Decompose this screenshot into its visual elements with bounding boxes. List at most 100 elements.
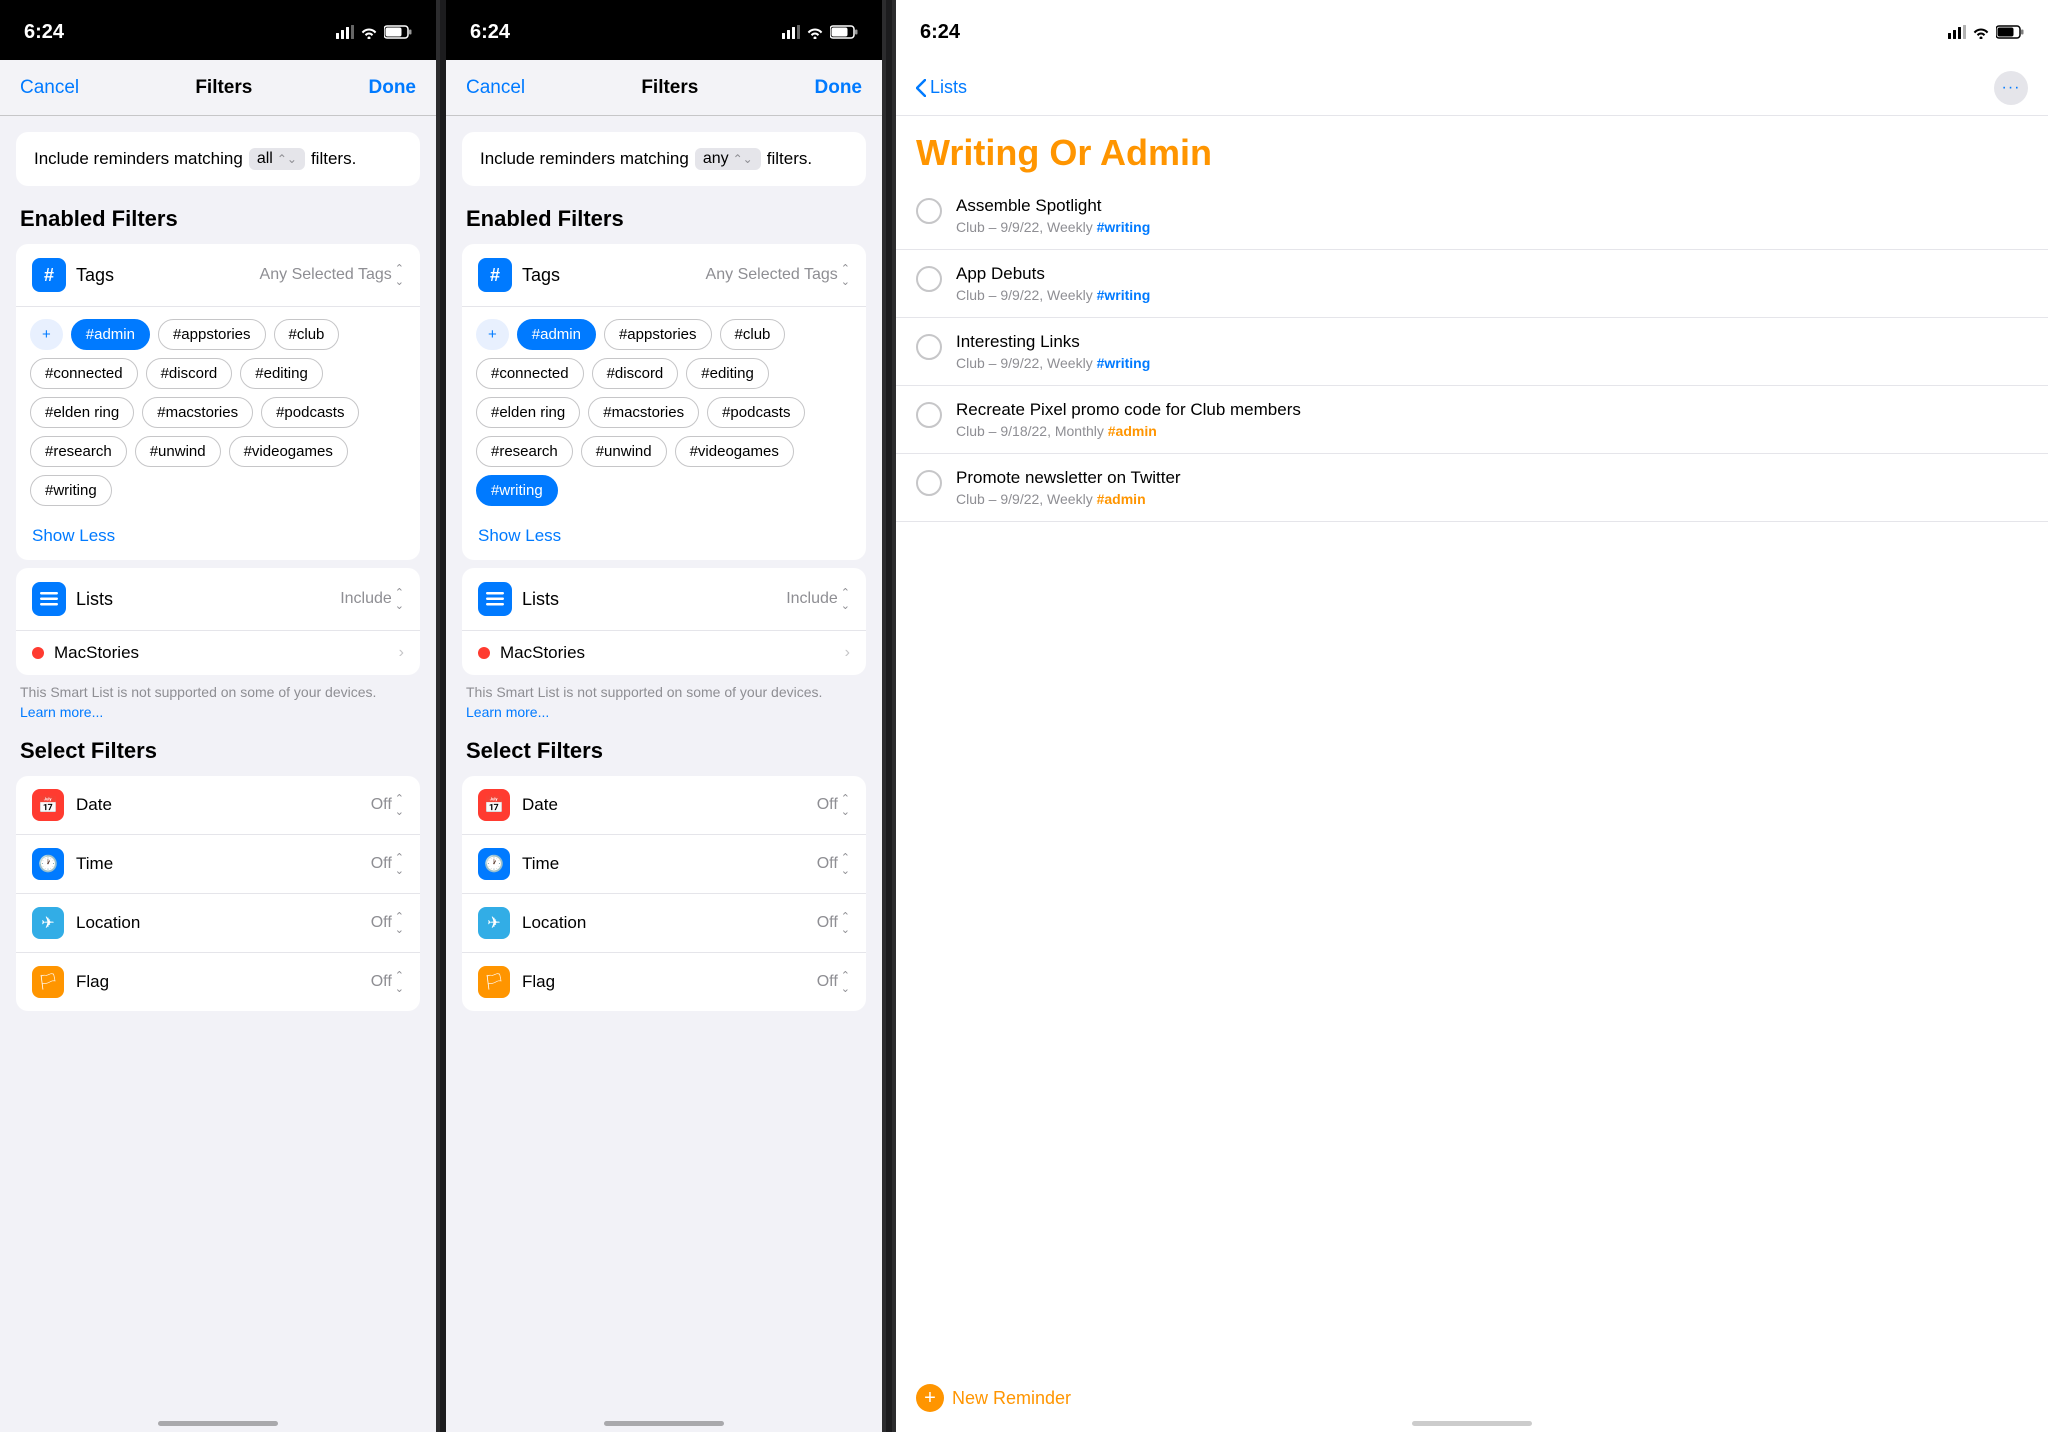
lists-chevron-1: ⌃⌄ <box>395 586 404 612</box>
back-chevron-icon <box>916 79 926 97</box>
tag-chip-writing-1[interactable]: #writing <box>30 475 112 506</box>
tag-chip-unwind-1[interactable]: #unwind <box>135 436 221 467</box>
tag-chip-podcasts-2[interactable]: #podcasts <box>707 397 805 428</box>
back-button[interactable]: Lists <box>916 77 967 98</box>
nav-bar-2: Cancel Filters Done <box>446 60 882 116</box>
filter-match-pill-2[interactable]: any ⌃⌄ <box>695 148 761 170</box>
learn-more-link-2[interactable]: Learn more... <box>466 704 549 720</box>
time-filter-status-2[interactable]: Off ⌃⌄ <box>817 851 850 877</box>
screen-1-content: Include reminders matching all ⌃⌄ filter… <box>0 116 436 1432</box>
time-filter-status-1[interactable]: Off ⌃⌄ <box>371 851 404 877</box>
filter-match-pill-1[interactable]: all ⌃⌄ <box>249 148 305 170</box>
tag-chip-discord-2[interactable]: #discord <box>592 358 679 389</box>
filter-row-time-1: 🕐 Time Off ⌃⌄ <box>16 835 420 894</box>
location-filter-status-2[interactable]: Off ⌃⌄ <box>817 910 850 936</box>
tag-chip-eldenring-1[interactable]: #elden ring <box>30 397 134 428</box>
add-tag-chip-1[interactable]: + <box>30 319 63 350</box>
tag-chip-videogames-1[interactable]: #videogames <box>229 436 348 467</box>
tag-chip-podcasts-1[interactable]: #podcasts <box>261 397 359 428</box>
learn-more-link-1[interactable]: Learn more... <box>20 704 103 720</box>
tag-chip-appstories-1[interactable]: #appstories <box>158 319 266 350</box>
reminder-circle-3[interactable] <box>916 402 942 428</box>
filter-match-prefix-2: Include reminders matching <box>480 149 689 169</box>
new-reminder-label: New Reminder <box>952 1388 1071 1409</box>
date-filter-status-1[interactable]: Off ⌃⌄ <box>371 792 404 818</box>
reminder-circle-2[interactable] <box>916 334 942 360</box>
status-icons-3 <box>1948 25 2024 39</box>
date-filter-status-2[interactable]: Off ⌃⌄ <box>817 792 850 818</box>
tag-chip-macstories-1[interactable]: #macstories <box>142 397 253 428</box>
battery-icon-3 <box>1996 25 2024 39</box>
time-icon-2: 🕐 <box>478 848 510 880</box>
reminder-subtitle-1: Club – 9/9/22, Weekly #writing <box>956 287 2028 303</box>
lists-card-2: Lists Include ⌃⌄ MacStories › <box>462 568 866 675</box>
enabled-filters-heading-2: Enabled Filters <box>462 206 866 232</box>
signal-icon-3 <box>1948 25 1966 39</box>
tag-chip-writing-2[interactable]: #writing <box>476 475 558 506</box>
more-button[interactable]: ··· <box>1994 71 2028 105</box>
tag-chip-research-2[interactable]: #research <box>476 436 573 467</box>
filter-row-flag-2: 🏳 Flag Off ⌃⌄ <box>462 953 866 1011</box>
lists-card-1: Lists Include ⌃⌄ MacStories › <box>16 568 420 675</box>
tag-chip-admin-2[interactable]: #admin <box>517 319 596 350</box>
show-less-btn-2[interactable]: Show Less <box>462 518 866 560</box>
cancel-button-1[interactable]: Cancel <box>20 77 79 99</box>
tag-chip-eldenring-2[interactable]: #elden ring <box>476 397 580 428</box>
tags-chips-2: + #admin #appstories #club #connected #d… <box>462 307 866 518</box>
tags-value-1[interactable]: Any Selected Tags ⌃⌄ <box>260 262 404 288</box>
tag-chip-research-1[interactable]: #research <box>30 436 127 467</box>
wifi-icon <box>360 26 378 39</box>
add-tag-chip-2[interactable]: + <box>476 319 509 350</box>
lists-value-2[interactable]: Include ⌃⌄ <box>786 586 850 612</box>
battery-icon-2 <box>830 25 858 39</box>
macstories-row-2[interactable]: MacStories › <box>462 630 866 675</box>
done-button-2[interactable]: Done <box>815 77 863 99</box>
tags-value-text-1: Any Selected Tags <box>260 266 392 284</box>
tag-chip-macstories-2[interactable]: #macstories <box>588 397 699 428</box>
tag-chip-club-1[interactable]: #club <box>274 319 340 350</box>
reminder-title-4: Promote newsletter on Twitter <box>956 468 2028 488</box>
flag-filter-status-1[interactable]: Off ⌃⌄ <box>371 969 404 995</box>
screen-1: 6:24 Cancel Filters Done Include reminde… <box>0 0 440 1432</box>
more-icon: ··· <box>2002 79 2021 97</box>
reminder-subtitle-2: Club – 9/9/22, Weekly #writing <box>956 355 2028 371</box>
done-button-1[interactable]: Done <box>369 77 417 99</box>
date-filter-name-2: Date <box>522 795 805 815</box>
filter-match-value-2: any <box>703 150 729 168</box>
location-filter-status-1[interactable]: Off ⌃⌄ <box>371 910 404 936</box>
cancel-button-2[interactable]: Cancel <box>466 77 525 99</box>
tag-chip-club-2[interactable]: #club <box>720 319 786 350</box>
tag-chip-unwind-2[interactable]: #unwind <box>581 436 667 467</box>
screen-2-content: Include reminders matching any ⌃⌄ filter… <box>446 116 882 1432</box>
macstories-row-1[interactable]: MacStories › <box>16 630 420 675</box>
tag-chip-editing-1[interactable]: #editing <box>240 358 323 389</box>
macstories-dot-2 <box>478 647 490 659</box>
new-reminder-button[interactable]: + New Reminder <box>916 1384 1071 1412</box>
reminder-item-1: App Debuts Club – 9/9/22, Weekly #writin… <box>896 250 2048 318</box>
tag-chip-editing-2[interactable]: #editing <box>686 358 769 389</box>
reminder-title-2: Interesting Links <box>956 332 2028 352</box>
tags-chips-1: + #admin #appstories #club #connected #d… <box>16 307 420 518</box>
lists-label-2: Lists <box>522 589 559 610</box>
tag-chip-connected-1[interactable]: #connected <box>30 358 138 389</box>
tag-chip-connected-2[interactable]: #connected <box>476 358 584 389</box>
show-less-btn-1[interactable]: Show Less <box>16 518 420 560</box>
tags-value-2[interactable]: Any Selected Tags ⌃⌄ <box>706 262 850 288</box>
location-svg-icon-1: ✈ <box>41 913 54 933</box>
reminder-circle-1[interactable] <box>916 266 942 292</box>
plus-icon-2: + <box>488 326 497 343</box>
tag-chip-appstories-2[interactable]: #appstories <box>604 319 712 350</box>
reminder-content-3: Recreate Pixel promo code for Club membe… <box>956 400 2028 439</box>
reminder-title-0: Assemble Spotlight <box>956 196 2028 216</box>
tag-chip-videogames-2[interactable]: #videogames <box>675 436 794 467</box>
reminder-circle-0[interactable] <box>916 198 942 224</box>
flag-filter-status-2[interactable]: Off ⌃⌄ <box>817 969 850 995</box>
nav-title-1: Filters <box>195 77 252 99</box>
reminder-circle-4[interactable] <box>916 470 942 496</box>
lists-value-text-1: Include <box>340 590 392 608</box>
tag-chip-discord-1[interactable]: #discord <box>146 358 233 389</box>
tag-chip-admin-1[interactable]: #admin <box>71 319 150 350</box>
lists-value-1[interactable]: Include ⌃⌄ <box>340 586 404 612</box>
lists-icon-2 <box>478 582 512 616</box>
filter-row-location-2: ✈ Location Off ⌃⌄ <box>462 894 866 953</box>
